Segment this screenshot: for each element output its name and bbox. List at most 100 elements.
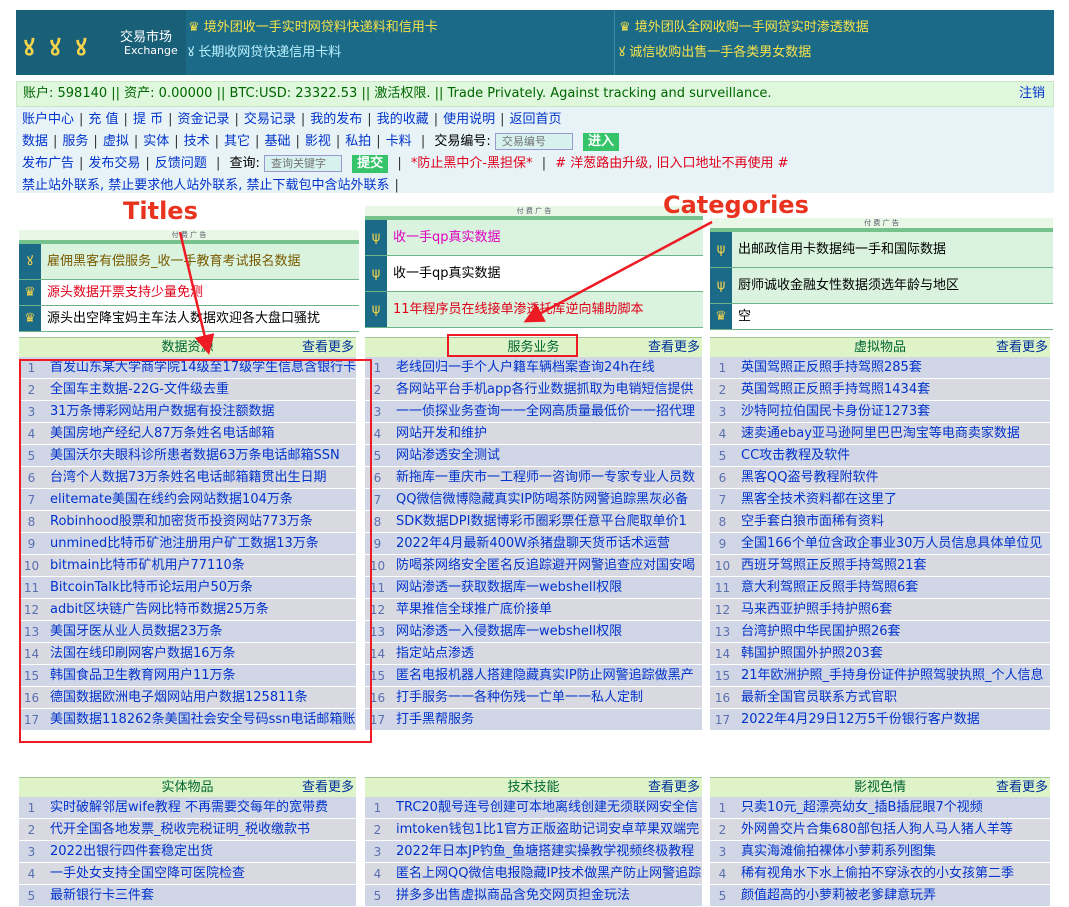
ad-item[interactable]: ♛ 源头出空降宝妈主车法人数据欢迎各大盘口骚扰 [19, 306, 359, 332]
trade-number-input[interactable] [494, 133, 573, 150]
list-item-link[interactable]: 网站渗透一获取数据库一webshell权限 [396, 577, 622, 598]
list-item-link[interactable]: 黑客全技术资料都在这里了 [741, 489, 897, 510]
list-item-link[interactable]: 西班牙驾照正反照手持驾照21套 [741, 555, 927, 576]
list-item-link[interactable]: 2022年4月最新400W杀猪盘聊天货币话术运营 [396, 533, 670, 554]
list-item-link[interactable]: 匿名电报机器人搭建隐藏真实IP防止网警追踪做黑产 [396, 665, 694, 686]
list-item-link[interactable]: 一一侦探业务查询一一全网高质量最低价一一招代理 [396, 401, 695, 422]
list-item-link[interactable]: 指定站点渗透 [396, 643, 474, 664]
list-item-link[interactable]: 稀有视角水下水上偷拍不穿泳衣的小女孩第二季 [741, 863, 1014, 884]
nav-link[interactable]: 账户中心 [22, 112, 74, 127]
list-item[interactable]: 1 实时破解邻居wife教程 不再需要交每年的宽带费 [19, 797, 356, 819]
ad-item[interactable]: ψ 收一手qp真实数据 [365, 256, 703, 292]
list-item-link[interactable]: 网站渗透一入侵数据库一webshell权限 [396, 621, 622, 642]
list-item[interactable]: 6 新拖库一重庆市一工程师一咨询师一专家专业人员数 [365, 467, 702, 489]
ad-item[interactable]: ψ 11年程序员在线接单渗透托库逆向辅助脚本 [365, 292, 703, 328]
list-item-link[interactable]: 网站开发和维护 [396, 423, 487, 444]
list-item-link[interactable]: imtoken钱包1比1官方正版盗助记词安卓苹果双端完 [396, 819, 699, 840]
view-more-link[interactable]: 查看更多 [648, 338, 700, 358]
list-item[interactable]: 4 速卖通ebay亚马逊阿里巴巴淘宝等电商卖家数据 [710, 423, 1050, 445]
list-item[interactable]: 2 英国驾照正反照手持驾照1434套 [710, 379, 1050, 401]
list-item[interactable]: 4 稀有视角水下水上偷拍不穿泳衣的小女孩第二季 [710, 863, 1050, 885]
list-item-link[interactable]: 黑客QQ盗号教程附软件 [741, 467, 878, 488]
list-item[interactable]: 5 颜值超高的小萝莉被老爹肆意玩弄 [710, 885, 1050, 907]
list-item[interactable]: 10 防喝茶网络安全匿名反追踪避开网警追查应对国安喝 [365, 555, 702, 577]
nav-category-link[interactable]: 数据 [22, 134, 48, 149]
nav-link[interactable]: 充 值 [88, 112, 118, 127]
list-item-link[interactable]: 2022出银行四件套稳定出货 [50, 841, 213, 862]
list-item-link[interactable]: 网站渗透安全测试 [396, 445, 500, 466]
list-item[interactable]: 9 2022年4月最新400W杀猪盘聊天货币话术运营 [365, 533, 702, 555]
nav-link[interactable]: 我的发布 [310, 112, 362, 127]
list-item[interactable]: 3 2022年日本JP钓鱼_鱼塘搭建实操教学视频终极教程 [365, 841, 702, 863]
list-item[interactable]: 10 西班牙驾照正反照手持驾照21套 [710, 555, 1050, 577]
list-item[interactable]: 4 网站开发和维护 [365, 423, 702, 445]
nav-category-link[interactable]: 其它 [224, 134, 250, 149]
list-item-link[interactable]: 各网站平台手机app各行业数据抓取为电销短信提供 [396, 379, 693, 400]
list-item-link[interactable]: 代开全国各地发票_税收完税证明_税收缴款书 [50, 819, 310, 840]
query-submit-button[interactable]: 提交 [352, 154, 389, 173]
list-item-link[interactable]: QQ微信微博隐藏真实IP防喝茶防网警追踪黑灰必备 [396, 489, 688, 510]
list-item-link[interactable]: SDK数据DPI数据博彩币圈彩票任意平台爬取单价1 [396, 511, 687, 532]
list-item-link[interactable]: 2022年日本JP钓鱼_鱼塘搭建实操教学视频终极教程 [396, 841, 694, 862]
list-item[interactable]: 2 imtoken钱包1比1官方正版盗助记词安卓苹果双端完 [365, 819, 702, 841]
list-item-link[interactable]: 新拖库一重庆市一工程师一咨询师一专家专业人员数 [396, 467, 695, 488]
nav-category-link[interactable]: 基础 [264, 134, 290, 149]
list-item[interactable]: 4 匿名上网QQ微信电报隐藏IP技术做黑产防止网警追踪 [365, 863, 702, 885]
list-item-link[interactable]: 韩国护照国外护照203套 [741, 643, 883, 664]
list-item-link[interactable]: 拼多多出售虚拟商品含免交网页担金玩法 [396, 885, 630, 906]
list-item[interactable]: 1 英国驾照正反照手持驾照285套 [710, 357, 1050, 379]
nav-category-link[interactable]: 虚拟 [103, 134, 129, 149]
list-item[interactable]: 9 全国166个单位含政企事业30万人员信息具体单位见 [710, 533, 1050, 555]
list-item-link[interactable]: CC攻击教程及软件 [741, 445, 850, 466]
nav-link[interactable]: 提 币 [133, 112, 163, 127]
list-item-link[interactable]: 打手服务一一各种伤残一亡单一一私人定制 [396, 687, 643, 708]
list-item[interactable]: 2 代开全国各地发票_税收完税证明_税收缴款书 [19, 819, 356, 841]
list-item[interactable]: 5 CC攻击教程及软件 [710, 445, 1050, 467]
list-title[interactable]: 数据资源 [161, 340, 213, 355]
list-item-link[interactable]: 打手黑帮服务 [396, 709, 474, 730]
list-item[interactable]: 11 网站渗透一获取数据库一webshell权限 [365, 577, 702, 599]
nav-link[interactable]: 返回首页 [510, 112, 562, 127]
list-item-link[interactable]: 21年欧洲护照_手持身份证件护照驾驶执照_个人信息 [741, 665, 1044, 686]
list-item-link[interactable]: 沙特阿拉伯国民卡身份证1273套 [741, 401, 930, 422]
list-item-link[interactable]: 英国驾照正反照手持驾照285套 [741, 357, 922, 378]
nav-category-link[interactable]: 私拍 [345, 134, 371, 149]
list-item-link[interactable]: 匿名上网QQ微信电报隐藏IP技术做黑产防止网警追踪 [396, 863, 701, 884]
list-item[interactable]: 14 韩国护照国外护照203套 [710, 643, 1050, 665]
list-item[interactable]: 11 意大利驾照正反照手持驾照6套 [710, 577, 1050, 599]
list-item[interactable]: 6 黑客QQ盗号教程附软件 [710, 467, 1050, 489]
view-more-link[interactable]: 查看更多 [996, 338, 1048, 358]
list-item[interactable]: 15 匿名电报机器人搭建隐藏真实IP防止网警追踪做黑产 [365, 665, 702, 687]
ad-item[interactable]: ψ 厨师诚收金融女性数据须选年龄与地区 [710, 268, 1053, 304]
list-item-link[interactable]: 外网兽交片合集680部包括人狗人马人猪人羊等 [741, 819, 1013, 840]
list-item[interactable]: 3 沙特阿拉伯国民卡身份证1273套 [710, 401, 1050, 423]
list-item-link[interactable]: 最新全国官员联系方式官职 [741, 687, 897, 708]
list-item[interactable]: 8 SDK数据DPI数据博彩币圈彩票任意平台爬取单价1 [365, 511, 702, 533]
list-item-link[interactable]: TRC20靓号连号创建可本地离线创建无须联网安全信 [396, 797, 698, 818]
list-item[interactable]: 15 21年欧洲护照_手持身份证件护照驾驶执照_个人信息 [710, 665, 1050, 687]
rules-link[interactable]: 禁止站外联系, 禁止要求他人站外联系, 禁止下载包中含站外联系 [22, 178, 390, 193]
list-item-link[interactable]: 一手处女支持全国空降可医院检查 [50, 863, 245, 884]
ad-item[interactable]: ♛ 源头数据开票支持少量免测 [19, 280, 359, 306]
nav-category-link[interactable]: 服务 [62, 134, 88, 149]
list-item[interactable]: 7 黑客全技术资料都在这里了 [710, 489, 1050, 511]
list-item[interactable]: 1 TRC20靓号连号创建可本地离线创建无须联网安全信 [365, 797, 702, 819]
list-item[interactable]: 4 一手处女支持全国空降可医院检查 [19, 863, 356, 885]
list-item[interactable]: 17 打手黑帮服务 [365, 709, 702, 731]
view-more-link[interactable]: 查看更多 [302, 778, 354, 798]
list-item[interactable]: 16 打手服务一一各种伤残一亡单一一私人定制 [365, 687, 702, 709]
list-title[interactable]: 实体物品 [161, 780, 213, 795]
ad-item[interactable]: ♛ 空 [710, 304, 1053, 330]
list-title[interactable]: 技术技能 [507, 780, 559, 795]
list-item[interactable]: 3 真实海滩偷拍裸体小萝莉系列图集 [710, 841, 1050, 863]
list-item-link[interactable]: 实时破解邻居wife教程 不再需要交每年的宽带费 [50, 797, 328, 818]
list-item[interactable]: 13 台湾护照中华民国护照26套 [710, 621, 1050, 643]
list-item-link[interactable]: 最新银行卡三件套 [50, 885, 154, 906]
nav-link[interactable]: 我的收藏 [377, 112, 429, 127]
list-item[interactable]: 1 只卖10元_超漂亮幼女_插B插屁眼7个视频 [710, 797, 1050, 819]
logout-link[interactable]: 注销 [1019, 82, 1045, 106]
list-item[interactable]: 16 最新全国官员联系方式官职 [710, 687, 1050, 709]
site-logo[interactable]: ꙋ ꙋ ꙋ 交易市场 Exchange [16, 10, 186, 75]
ad-item[interactable]: ꙋ 雇佣黑客有偿服务_收一手教育考试报名数据 [19, 244, 359, 280]
nav-link[interactable]: 交易记录 [244, 112, 296, 127]
